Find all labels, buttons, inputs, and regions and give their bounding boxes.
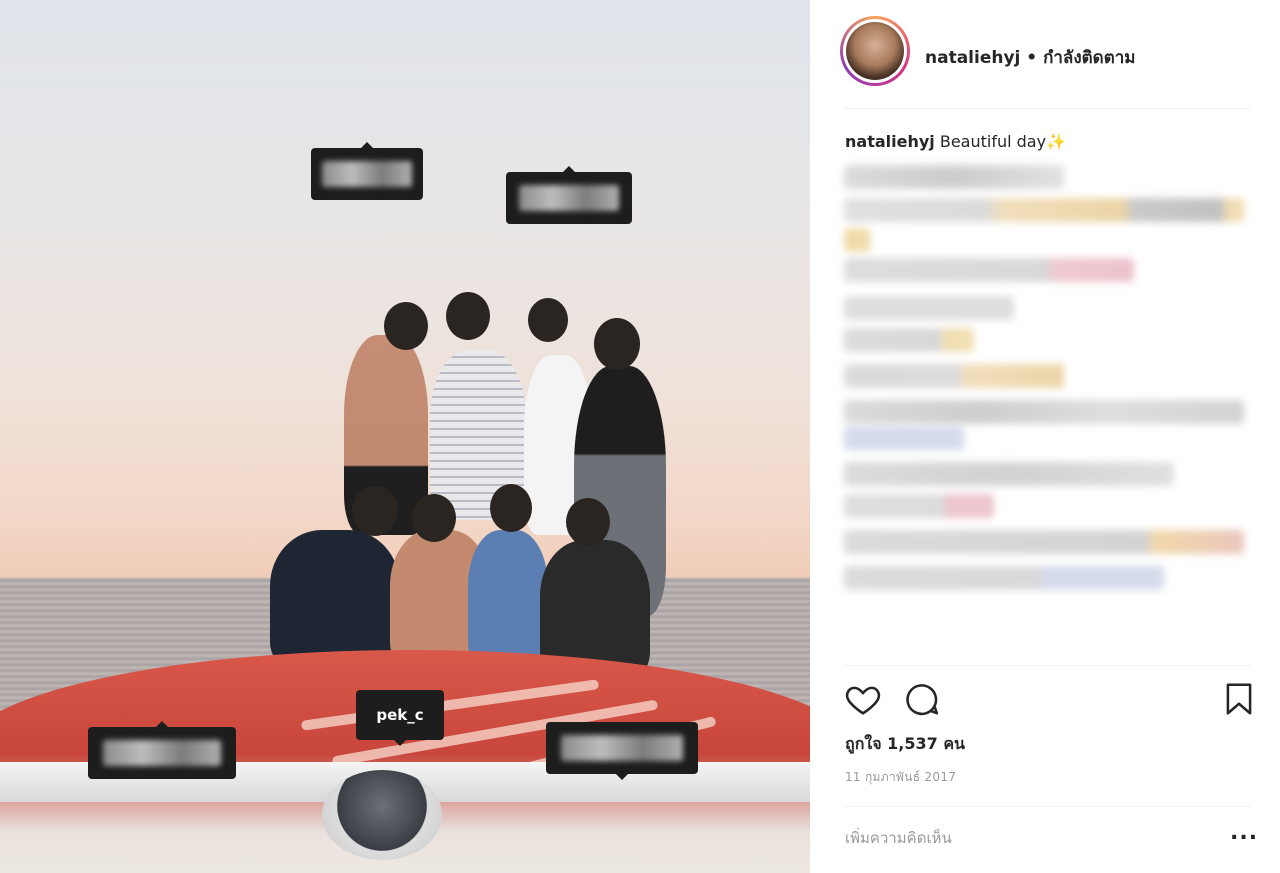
header-divider	[844, 108, 1250, 109]
blurred-comment-line	[844, 364, 1064, 388]
blurred-comment-line	[844, 530, 1244, 554]
person-head	[566, 498, 610, 546]
post-photo[interactable]: pek_c	[0, 0, 810, 873]
post-sidebar: nataliehyj • กำลังติดตาม nataliehyj Beau…	[810, 0, 1280, 873]
tag-pointer	[394, 740, 406, 746]
person-head	[384, 302, 428, 350]
blurred-comment-line	[844, 165, 1064, 189]
add-comment-input[interactable]: เพิ่มความคิดเห็น	[845, 826, 952, 850]
blurred-name	[561, 735, 683, 761]
header-line: nataliehyj • กำลังติดตาม	[925, 44, 1136, 71]
user-tag-blurred[interactable]	[88, 721, 236, 779]
blurred-comment-line	[844, 494, 994, 518]
avatar-border	[843, 19, 907, 83]
avatar[interactable]	[840, 16, 910, 86]
person-head	[490, 484, 532, 532]
more-options-button[interactable]: ...	[1230, 820, 1258, 845]
user-tag-pek-c[interactable]: pek_c	[356, 690, 444, 746]
avatar-image	[846, 22, 904, 80]
person-head	[352, 486, 398, 536]
blurred-comment-line	[844, 426, 964, 450]
blurred-name	[102, 740, 222, 766]
person-head	[594, 318, 640, 370]
heart-icon[interactable]	[844, 680, 884, 720]
sparkle-emoji: ✨	[1046, 132, 1066, 151]
person-head	[446, 292, 490, 340]
action-bar	[844, 680, 1254, 724]
caption-username[interactable]: nataliehyj	[845, 132, 935, 151]
blurred-comment-line	[844, 462, 1174, 486]
user-tag-blurred[interactable]	[506, 166, 632, 224]
tag-pointer	[563, 166, 575, 172]
post-date[interactable]: 11 กุมภาพันธ์ 2017	[845, 768, 956, 787]
blurred-comment-line	[844, 228, 870, 252]
blurred-comment-line	[844, 566, 1164, 590]
post-header: nataliehyj • กำลังติดตาม	[810, 0, 1280, 108]
user-tag-blurred[interactable]	[311, 142, 423, 200]
blurred-comment-line	[844, 328, 974, 352]
actions-divider	[844, 665, 1250, 666]
user-tag-blurred[interactable]	[546, 722, 698, 780]
tag-username: pek_c	[376, 706, 424, 724]
comment-icon[interactable]	[902, 680, 942, 720]
person-head	[412, 494, 456, 542]
person-seated-3	[468, 530, 548, 670]
comment-divider	[844, 806, 1250, 807]
blurred-comment-line	[844, 400, 1244, 424]
blurred-comment-line	[844, 258, 1134, 282]
caption: nataliehyj Beautiful day✨	[845, 132, 1066, 151]
bookmark-icon[interactable]	[1220, 680, 1260, 720]
tag-pointer	[361, 142, 373, 148]
tag-pointer	[616, 774, 628, 780]
likes-count[interactable]: ถูกใจ 1,537 คน	[845, 732, 965, 757]
blurred-comment-line	[844, 198, 1244, 222]
following-button[interactable]: กำลังติดตาม	[1043, 48, 1135, 68]
blurred-name	[322, 161, 412, 187]
tag-pointer	[156, 721, 168, 727]
blurred-name	[518, 185, 620, 211]
compass	[322, 770, 442, 860]
header-separator: •	[1020, 48, 1044, 68]
person-seated-1	[270, 530, 400, 670]
blurred-comment-line	[844, 296, 1014, 320]
person-head	[528, 298, 568, 342]
header-username[interactable]: nataliehyj	[925, 48, 1020, 68]
caption-text: Beautiful day	[934, 132, 1047, 151]
